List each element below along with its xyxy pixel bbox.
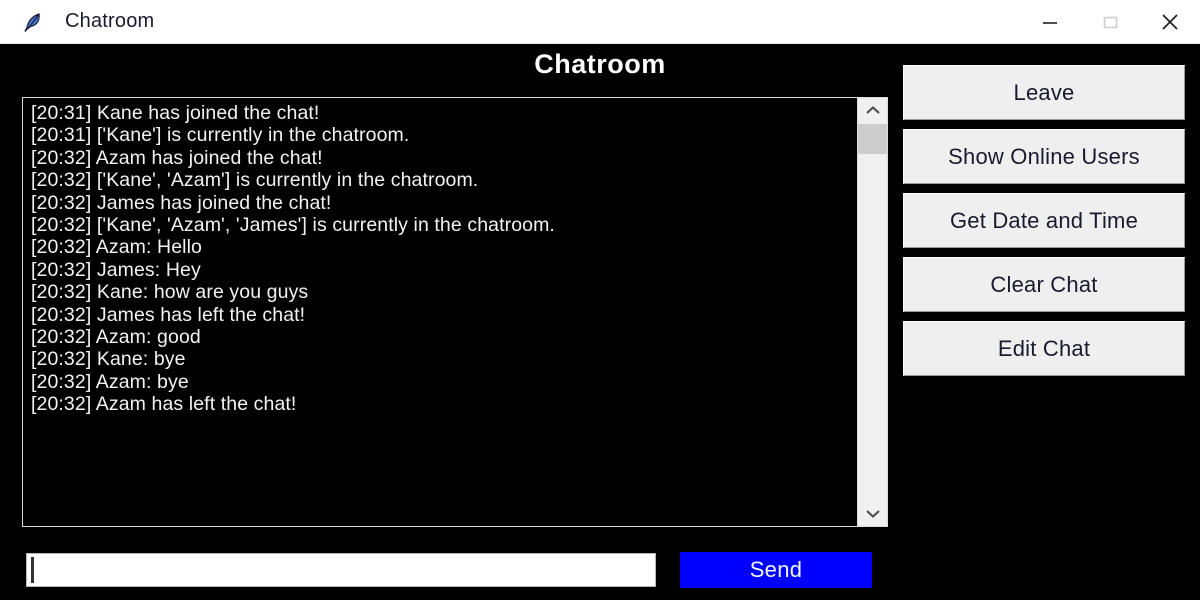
chat-log-line: [20:32] Azam: bye [31, 370, 189, 393]
window-controls [1020, 0, 1200, 43]
minimize-button[interactable] [1020, 0, 1080, 43]
chevron-down-icon[interactable] [858, 500, 887, 526]
chevron-up-icon[interactable] [858, 98, 887, 124]
action-buttons: Leave Show Online Users Get Date and Time C… [903, 65, 1185, 385]
chat-log-line: [20:32] Azam has left the chat! [31, 393, 297, 416]
message-input[interactable] [26, 553, 656, 587]
title-bar-left: Chatroom [0, 0, 1020, 43]
chatroom-window: Chatroom Chatroom [20:31] Kane has joine… [0, 0, 1200, 600]
chat-scrollbar[interactable] [857, 98, 887, 526]
chat-log-line: [20:32] ['Kane', 'Azam', 'James'] is cur… [31, 214, 555, 237]
close-button[interactable] [1140, 0, 1200, 43]
chat-log-line: [20:32] James: Hey [31, 258, 201, 281]
chat-log-line: [20:31] Kane has joined the chat! [31, 102, 320, 124]
title-bar: Chatroom [0, 0, 1200, 44]
feather-icon [22, 11, 44, 33]
chat-log-lines: [20:31] Kane has joined the chat! [20:31]… [23, 98, 857, 526]
chat-log-line: [20:32] Azam has joined the chat! [31, 146, 323, 169]
chat-log-line: [20:32] James has left the chat! [31, 303, 306, 326]
get-date-and-time-button[interactable]: Get Date and Time [903, 193, 1185, 248]
chat-log-line: [20:32] Azam: good [31, 326, 201, 349]
send-button[interactable]: Send [680, 552, 872, 588]
chat-log-line: [20:32] ['Kane', 'Azam'] is currently in… [31, 169, 479, 192]
chat-log-line: [20:32] James has joined the chat! [31, 191, 332, 214]
chat-log-line: [20:32] Kane: bye [31, 348, 186, 371]
chat-log-line: [20:31] ['Kane'] is currently in the cha… [31, 124, 410, 147]
scrollbar-thumb[interactable] [858, 124, 887, 154]
chat-log-line: [20:32] Kane: how are you guys [31, 281, 309, 304]
chat-log-line: [20:32] Azam: Hello [31, 236, 202, 259]
chat-log[interactable]: [20:31] Kane has joined the chat! [20:31]… [22, 97, 888, 527]
clear-chat-button[interactable]: Clear Chat [903, 257, 1185, 312]
edit-chat-button[interactable]: Edit Chat [903, 321, 1185, 376]
maximize-button[interactable] [1080, 0, 1140, 43]
leave-button[interactable]: Leave [903, 65, 1185, 120]
show-online-users-button[interactable]: Show Online Users [903, 129, 1185, 184]
text-caret [31, 557, 34, 583]
window-title: Chatroom [65, 10, 155, 32]
